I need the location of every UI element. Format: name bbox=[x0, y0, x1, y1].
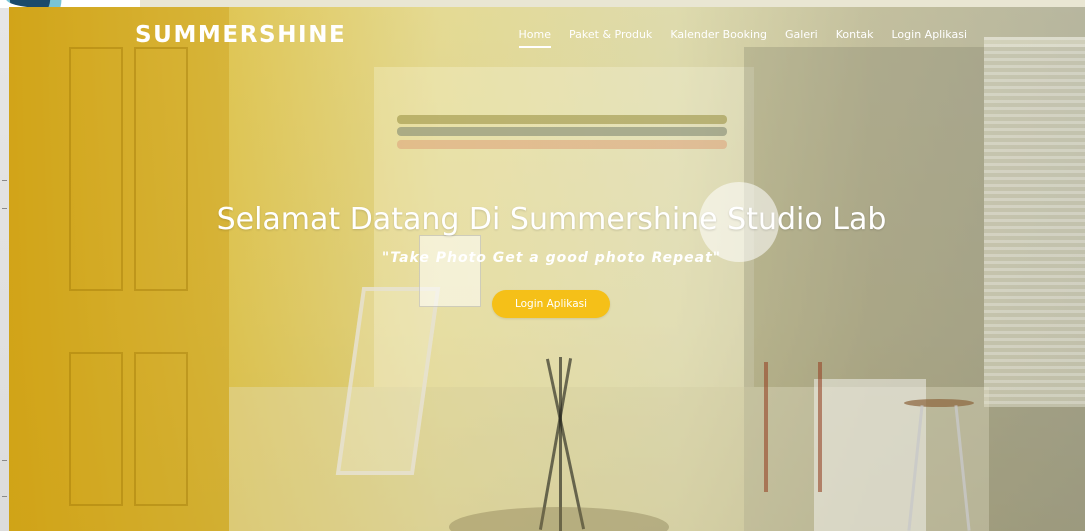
backdrop-roll bbox=[397, 115, 727, 124]
stool-seat bbox=[904, 399, 974, 407]
door-panel bbox=[134, 352, 188, 506]
nav-item-galeri[interactable]: Galeri bbox=[785, 28, 818, 48]
main-nav: Home Paket & Produk Kalender Booking Gal… bbox=[518, 28, 968, 48]
nav-item-home[interactable]: Home bbox=[518, 28, 552, 48]
nav-item-kontak[interactable]: Kontak bbox=[836, 28, 874, 48]
hero-section bbox=[9, 7, 1085, 531]
edge-tick bbox=[2, 460, 7, 461]
brand-logo[interactable]: SUMMERSHINE bbox=[135, 22, 346, 48]
ladder bbox=[764, 362, 822, 492]
backdrop-roll bbox=[397, 140, 727, 149]
hero-headline: Selamat Datang Di Summershine Studio Lab bbox=[216, 202, 887, 237]
login-aplikasi-button[interactable]: Login Aplikasi bbox=[492, 290, 610, 318]
nav-item-login-aplikasi[interactable]: Login Aplikasi bbox=[892, 28, 968, 48]
softbox-light bbox=[419, 235, 481, 307]
nav-item-paket-produk[interactable]: Paket & Produk bbox=[569, 28, 652, 48]
nav-item-kalender-booking[interactable]: Kalender Booking bbox=[670, 28, 767, 48]
hero-tagline: "Take Photo Get a good photo Repeat" bbox=[381, 250, 722, 266]
edge-tick bbox=[2, 180, 7, 181]
edge-tick bbox=[2, 496, 7, 497]
door-panel bbox=[69, 352, 123, 506]
backdrop-roll bbox=[397, 127, 727, 136]
tripod-leg bbox=[559, 357, 562, 531]
